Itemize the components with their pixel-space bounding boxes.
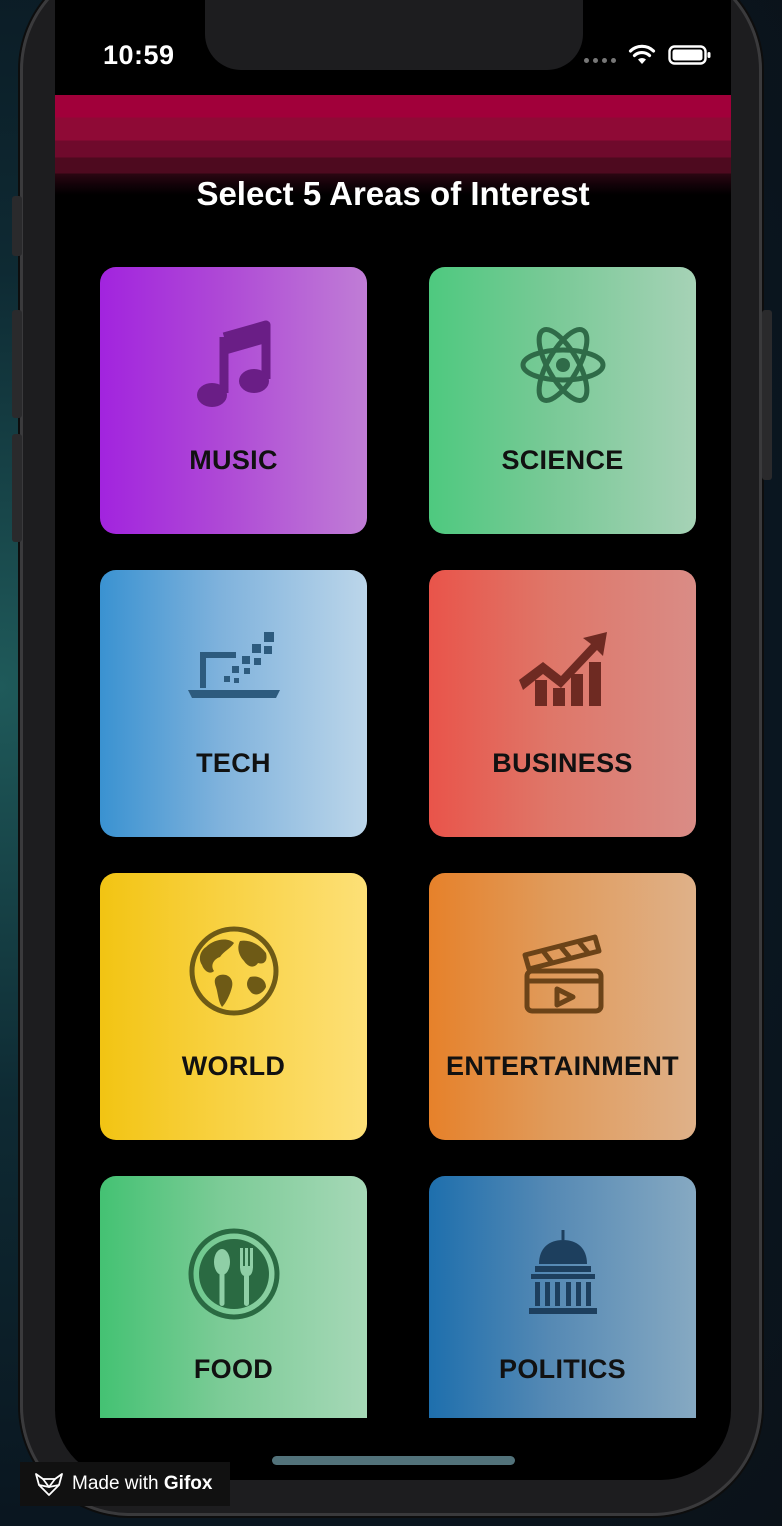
category-label: WORLD — [181, 1051, 286, 1081]
category-tile-world[interactable]: WORLD — [100, 873, 367, 1140]
capitol-building-icon — [528, 1230, 597, 1314]
volume-down-button — [12, 434, 22, 542]
category-tile-music[interactable]: MUSIC — [100, 267, 367, 534]
category-label: SCIENCE — [501, 445, 624, 475]
category-grid[interactable]: MUSIC SCIENCE TECH BUSINESS WORLD ENTERT… — [55, 230, 731, 1418]
gifox-brand: Gifox — [163, 1473, 213, 1494]
fork-spoon-icon — [188, 1228, 279, 1320]
category-tile-politics[interactable]: POLITICS — [429, 1176, 696, 1418]
category-tile-food[interactable]: FOOD — [100, 1176, 367, 1418]
fox-logo-icon — [35, 1473, 63, 1496]
status-time: 10:59 — [103, 40, 175, 70]
laptop-pixels-icon — [187, 632, 280, 698]
silent-switch — [12, 196, 22, 256]
gifox-text: Made with Gifox — [72, 1473, 212, 1495]
growth-chart-icon — [518, 632, 607, 706]
volume-up-button — [12, 310, 22, 418]
battery-icon — [668, 45, 711, 65]
signal-icon — [584, 48, 616, 63]
home-indicator[interactable] — [272, 1456, 515, 1465]
gifox-watermark: Made with Gifox — [20, 1462, 230, 1506]
globe-icon — [189, 926, 278, 1016]
status-icons — [584, 44, 712, 66]
gifox-prefix: Made with — [72, 1473, 159, 1494]
page-title: Select 5 Areas of Interest — [196, 175, 590, 212]
music-note-icon — [196, 320, 270, 407]
category-tile-science[interactable]: SCIENCE — [429, 267, 696, 534]
category-label: TECH — [196, 748, 271, 778]
category-tile-business[interactable]: BUSINESS — [429, 570, 696, 837]
category-label: ENTERTAINMENT — [446, 1051, 679, 1081]
category-tile-entertainment[interactable]: ENTERTAINMENT — [429, 873, 696, 1140]
clapperboard-icon — [522, 934, 603, 1014]
category-label: FOOD — [193, 1354, 274, 1384]
notch — [205, 0, 583, 70]
wifi-icon — [628, 44, 656, 64]
atom-icon — [520, 327, 605, 403]
category-label: POLITICS — [499, 1354, 626, 1384]
category-label: BUSINESS — [492, 748, 633, 778]
category-tile-tech[interactable]: TECH — [100, 570, 367, 837]
category-label: MUSIC — [189, 445, 278, 475]
power-button — [762, 310, 772, 480]
